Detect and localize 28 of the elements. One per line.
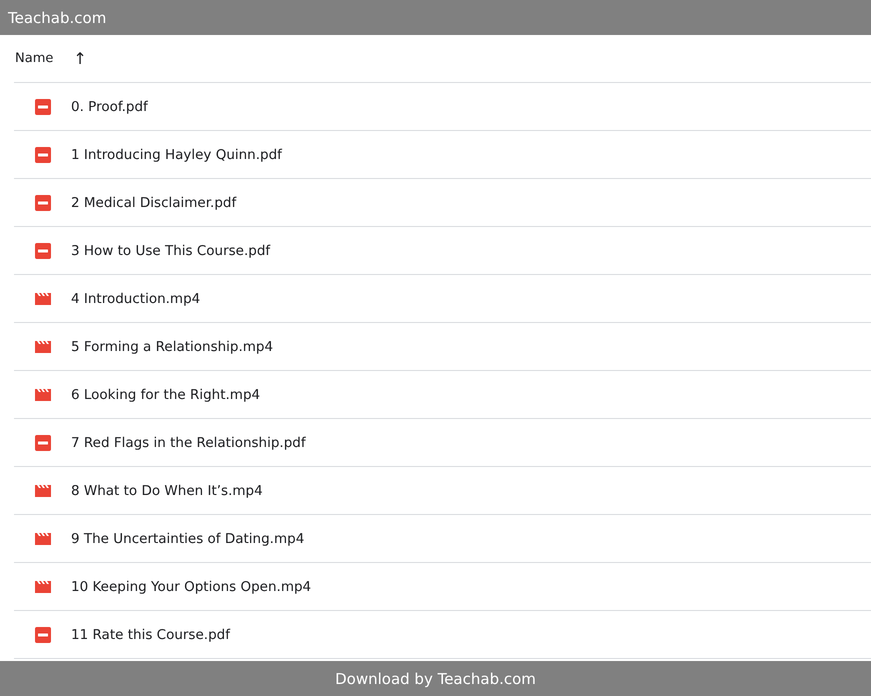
file-name[interactable]: 11 Rate this Course.pdf [71, 626, 230, 642]
file-name[interactable]: 2 Medical Disclaimer.pdf [71, 194, 236, 210]
footer-text: Download by Teachab.com [335, 670, 536, 688]
file-name[interactable]: 1 Introducing Hayley Quinn.pdf [71, 146, 282, 162]
film-icon [35, 482, 51, 498]
film-icon [35, 386, 51, 402]
file-name[interactable]: 3 How to Use This Course.pdf [71, 242, 270, 258]
file-name[interactable]: 8 What to Do When It’s.mp4 [71, 482, 263, 498]
file-name[interactable]: 10 Keeping Your Options Open.mp4 [71, 578, 312, 594]
pdf-icon [35, 626, 51, 642]
pdf-icon [35, 146, 51, 162]
file-name[interactable]: 6 Looking for the Right.mp4 [71, 386, 260, 402]
file-name[interactable]: 9 The Uncertainties of Dating.mp4 [71, 530, 304, 546]
site-title: Teachab.com [8, 8, 106, 26]
pdf-icon [35, 98, 51, 114]
film-icon [35, 578, 51, 594]
pdf-icon [35, 434, 51, 450]
film-icon [35, 530, 51, 546]
file-name[interactable]: 0. Proof.pdf [71, 98, 148, 114]
pdf-icon [35, 242, 51, 258]
film-icon [35, 338, 51, 354]
sort-arrow[interactable]: ↑ [73, 50, 87, 66]
film-icon [35, 290, 51, 306]
file-name[interactable]: 4 Introduction.mp4 [71, 290, 200, 306]
column-header[interactable]: Name [15, 51, 54, 66]
file-name[interactable]: 5 Forming a Relationship.mp4 [71, 338, 274, 354]
pdf-icon [35, 194, 51, 210]
file-name[interactable]: 7 Red Flags in the Relationship.pdf [71, 434, 306, 450]
